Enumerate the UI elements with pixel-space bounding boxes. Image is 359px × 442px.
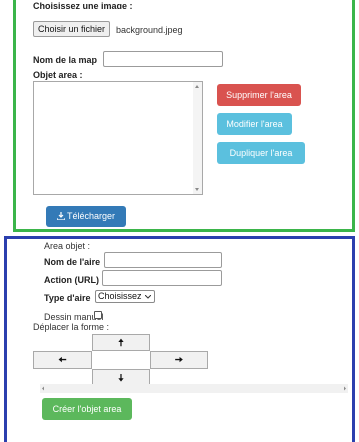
manual-draw-checkbox[interactable] (94, 311, 102, 319)
move-shape-label: Déplacer la forme : (33, 322, 110, 332)
arrow-down-icon: 🠇 (118, 373, 124, 384)
modify-area-button[interactable]: Modifier l'area (217, 113, 292, 135)
choose-file-button[interactable]: Choisir un fichier (33, 21, 111, 37)
create-area-button[interactable]: Créer l'objet area (42, 398, 132, 420)
action-url-label: Action (URL) (44, 275, 99, 285)
scroll-down-icon[interactable] (195, 188, 199, 191)
scroll-left-icon[interactable] (41, 384, 46, 393)
duplicate-area-button[interactable]: Dupliquer l'area (217, 142, 305, 164)
area-type-label: Type d'aire (44, 293, 91, 303)
area-name-input[interactable] (104, 252, 222, 268)
download-button[interactable]: Télécharger (46, 206, 126, 227)
chevron-down-icon (145, 295, 151, 299)
area-name-label: Nom de l'aire (44, 257, 101, 267)
delete-area-button[interactable]: Supprimer l'area (217, 84, 301, 106)
horizontal-scrollbar[interactable] (40, 384, 348, 393)
scroll-up-icon[interactable] (195, 85, 199, 88)
map-name-label: Nom de la map (33, 55, 98, 65)
move-right-button[interactable]: 🠆 (150, 351, 208, 369)
vertical-scrollbar[interactable] (193, 82, 202, 194)
file-name: background.jpeg (116, 25, 183, 35)
map-name-input[interactable] (103, 51, 223, 67)
area-type-selected: Choisissez (98, 291, 142, 301)
move-up-button[interactable]: 🠅 (92, 334, 150, 351)
arrow-up-icon: 🠅 (118, 338, 124, 349)
download-label: Télécharger (66, 211, 116, 221)
move-left-button[interactable]: 🠄 (33, 351, 92, 369)
scroll-right-icon[interactable] (342, 384, 347, 393)
objet-area-textarea[interactable] (33, 81, 203, 195)
choose-image-label: Choisissez une image : (33, 1, 133, 9)
download-icon (56, 212, 66, 221)
arrow-left-icon: 🠄 (58, 355, 67, 366)
area-objet-label: Area objet : (44, 241, 91, 251)
arrow-right-icon: 🠆 (174, 355, 184, 366)
area-type-select[interactable]: Choisissez (95, 290, 155, 303)
action-url-input[interactable] (102, 270, 222, 286)
objet-area-label: Objet area : (33, 70, 83, 80)
